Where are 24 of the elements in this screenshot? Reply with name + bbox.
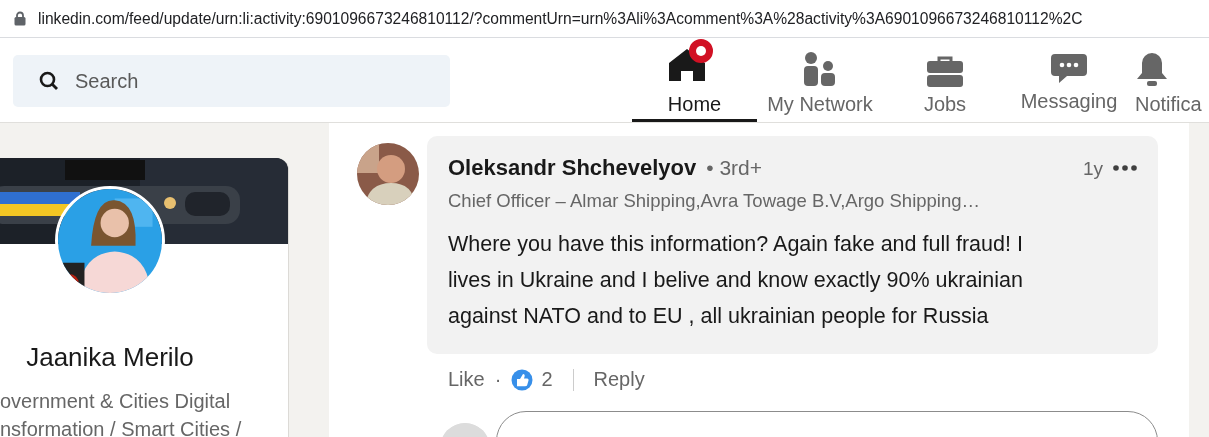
nav-tab[interactable]: Jobs [883, 38, 1007, 122]
nav-tab[interactable]: Notifica [1131, 38, 1209, 122]
search-icon [39, 71, 59, 91]
author-name[interactable]: Oleksandr Shchevelyov [448, 155, 697, 181]
lock-icon [14, 11, 26, 26]
briefcase-icon [927, 55, 963, 87]
bell-icon [1135, 51, 1169, 87]
search-field[interactable]: Search [13, 55, 450, 107]
profile-name[interactable]: Jaanika Merilo [0, 342, 220, 373]
nav-tab[interactable]: Messaging [1007, 38, 1131, 122]
like-button[interactable]: Like [448, 366, 485, 393]
comment-time: 1y [1082, 158, 1103, 180]
author-headline: Chief Officer – Almar Shipping,Avra Towage B.V,Argo Shipping… [448, 190, 981, 212]
people-icon [802, 51, 838, 87]
comment-text: Where you have this information? Again fake and full fraud! I lives in Ukraine and I belive and know exactly 90% ukrainian against NATO and to EU , all ukrainian people for Russia [448, 231, 1024, 330]
more-options-icon[interactable] [1113, 165, 1137, 171]
connection-degree: • 3rd+ [706, 156, 763, 180]
thumbs-up-icon [511, 368, 534, 391]
profile-headline: overnment & Cities Digital nsformation / Smart Cities / [0, 389, 243, 437]
nav-tab[interactable]: My Network [757, 38, 883, 122]
speech-bubble-icon [1051, 52, 1087, 84]
separator-dot: · [494, 368, 502, 391]
reaction-count[interactable]: 2 [511, 368, 553, 391]
reply-button[interactable]: Reply [593, 366, 645, 393]
